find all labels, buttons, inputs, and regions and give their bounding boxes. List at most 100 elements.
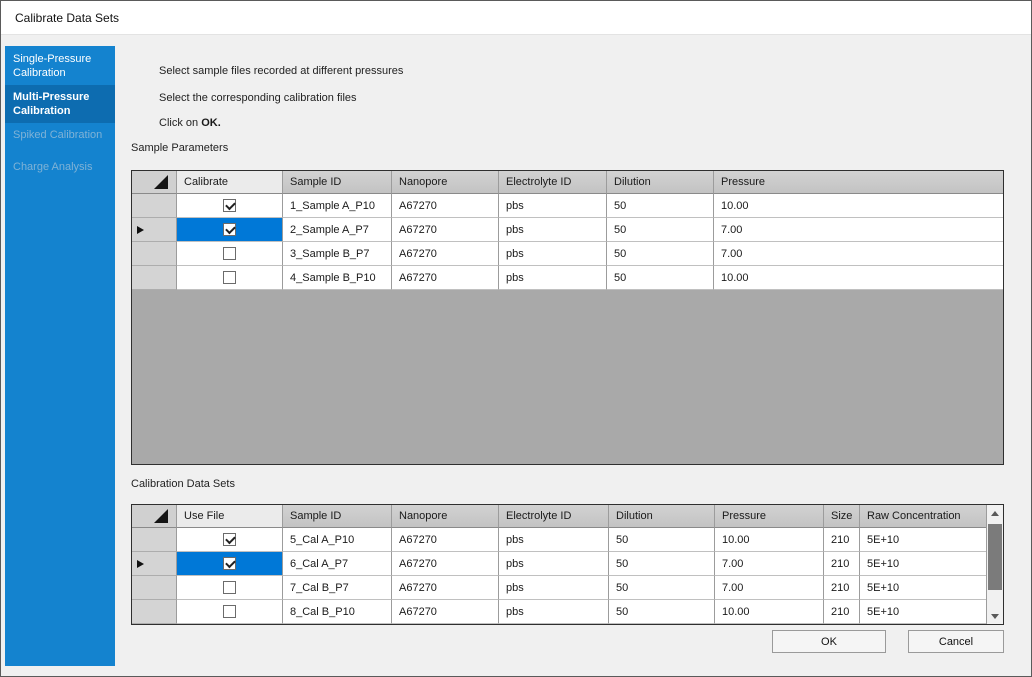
calibrate-checkbox[interactable] xyxy=(223,271,236,284)
nanopore-cell[interactable]: A67270 xyxy=(392,600,499,624)
column-header-raw-concentration[interactable]: Raw Concentration xyxy=(860,505,986,528)
dilution-cell[interactable]: 50 xyxy=(607,242,714,266)
row-header[interactable] xyxy=(132,266,177,290)
table-row: 4_Sample B_P10 A67270 pbs 50 10.00 xyxy=(132,266,1003,290)
raw-concentration-cell[interactable]: 5E+10 xyxy=(860,528,986,552)
title-bar[interactable]: Calibrate Data Sets xyxy=(1,1,1031,35)
sample-id-cell[interactable]: 4_Sample B_P10 xyxy=(283,266,392,290)
electrolyte-id-cell[interactable]: pbs xyxy=(499,194,607,218)
sample-id-cell[interactable]: 8_Cal B_P10 xyxy=(283,600,392,624)
use-file-cell[interactable] xyxy=(177,552,283,576)
sample-id-cell[interactable]: 2_Sample A_P7 xyxy=(283,218,392,242)
pressure-cell[interactable]: 10.00 xyxy=(715,600,824,624)
calibrate-checkbox[interactable] xyxy=(223,223,236,236)
use-file-cell[interactable] xyxy=(177,600,283,624)
size-cell[interactable]: 210 xyxy=(824,528,860,552)
dilution-cell[interactable]: 50 xyxy=(609,552,715,576)
select-all-cell[interactable] xyxy=(132,505,177,528)
scroll-up-button[interactable] xyxy=(987,505,1003,521)
sample-id-cell[interactable]: 1_Sample A_P10 xyxy=(283,194,392,218)
row-header[interactable] xyxy=(132,242,177,266)
raw-concentration-cell[interactable]: 5E+10 xyxy=(860,552,986,576)
use-file-checkbox[interactable] xyxy=(223,533,236,546)
calibrate-cell[interactable] xyxy=(177,218,283,242)
nanopore-cell[interactable]: A67270 xyxy=(392,552,499,576)
nanopore-cell[interactable]: A67270 xyxy=(392,266,499,290)
column-header-sample-id[interactable]: Sample ID xyxy=(283,505,392,528)
row-header[interactable] xyxy=(132,576,177,600)
electrolyte-id-cell[interactable]: pbs xyxy=(499,600,609,624)
ok-button[interactable]: OK xyxy=(772,630,886,653)
electrolyte-id-cell[interactable]: pbs xyxy=(499,242,607,266)
electrolyte-id-cell[interactable]: pbs xyxy=(499,266,607,290)
vertical-scrollbar[interactable] xyxy=(986,505,1003,624)
column-header-calibrate[interactable]: Calibrate xyxy=(177,171,283,194)
pressure-cell[interactable]: 10.00 xyxy=(715,528,824,552)
dilution-cell[interactable]: 50 xyxy=(609,600,715,624)
electrolyte-id-cell[interactable]: pbs xyxy=(499,218,607,242)
calibrate-cell[interactable] xyxy=(177,242,283,266)
sidebar-item-charge-analysis[interactable]: Charge Analysis xyxy=(5,155,115,179)
row-header[interactable] xyxy=(132,552,177,576)
use-file-checkbox[interactable] xyxy=(223,605,236,618)
calibrate-checkbox[interactable] xyxy=(223,199,236,212)
row-header[interactable] xyxy=(132,218,177,242)
use-file-cell[interactable] xyxy=(177,528,283,552)
dilution-cell[interactable]: 50 xyxy=(609,576,715,600)
electrolyte-id-cell[interactable]: pbs xyxy=(499,552,609,576)
column-header-pressure[interactable]: Pressure xyxy=(715,505,824,528)
column-header-sample-id[interactable]: Sample ID xyxy=(283,171,392,194)
pressure-cell[interactable]: 7.00 xyxy=(714,242,1003,266)
row-header[interactable] xyxy=(132,600,177,624)
dilution-cell[interactable]: 50 xyxy=(607,218,714,242)
column-header-nanopore[interactable]: Nanopore xyxy=(392,171,499,194)
sidebar-item-single-pressure-calibration[interactable]: Single-Pressure Calibration xyxy=(5,47,115,85)
scroll-down-button[interactable] xyxy=(987,608,1003,624)
electrolyte-id-cell[interactable]: pbs xyxy=(499,576,609,600)
cancel-button[interactable]: Cancel xyxy=(908,630,1004,653)
raw-concentration-cell[interactable]: 5E+10 xyxy=(860,600,986,624)
row-header[interactable] xyxy=(132,528,177,552)
column-header-electrolyte-id[interactable]: Electrolyte ID xyxy=(499,171,607,194)
row-header[interactable] xyxy=(132,194,177,218)
nanopore-cell[interactable]: A67270 xyxy=(392,218,499,242)
sample-id-cell[interactable]: 5_Cal A_P10 xyxy=(283,528,392,552)
column-header-use-file[interactable]: Use File xyxy=(177,505,283,528)
nanopore-cell[interactable]: A67270 xyxy=(392,528,499,552)
calibrate-checkbox[interactable] xyxy=(223,247,236,260)
column-header-nanopore[interactable]: Nanopore xyxy=(392,505,499,528)
pressure-cell[interactable]: 7.00 xyxy=(715,576,824,600)
use-file-checkbox[interactable] xyxy=(223,557,236,570)
column-header-pressure[interactable]: Pressure xyxy=(714,171,1003,194)
column-header-dilution[interactable]: Dilution xyxy=(609,505,715,528)
column-header-dilution[interactable]: Dilution xyxy=(607,171,714,194)
calibrate-cell[interactable] xyxy=(177,194,283,218)
dilution-cell[interactable]: 50 xyxy=(607,266,714,290)
nanopore-cell[interactable]: A67270 xyxy=(392,194,499,218)
nanopore-cell[interactable]: A67270 xyxy=(392,242,499,266)
sample-id-cell[interactable]: 7_Cal B_P7 xyxy=(283,576,392,600)
sidebar-item-spiked-calibration[interactable]: Spiked Calibration xyxy=(5,123,115,147)
size-cell[interactable]: 210 xyxy=(824,552,860,576)
pressure-cell[interactable]: 7.00 xyxy=(714,218,1003,242)
calibrate-cell[interactable] xyxy=(177,266,283,290)
select-all-cell[interactable] xyxy=(132,171,177,194)
pressure-cell[interactable]: 7.00 xyxy=(715,552,824,576)
use-file-checkbox[interactable] xyxy=(223,581,236,594)
size-cell[interactable]: 210 xyxy=(824,600,860,624)
raw-concentration-cell[interactable]: 5E+10 xyxy=(860,576,986,600)
pressure-cell[interactable]: 10.00 xyxy=(714,194,1003,218)
use-file-cell[interactable] xyxy=(177,576,283,600)
pressure-cell[interactable]: 10.00 xyxy=(714,266,1003,290)
sample-id-cell[interactable]: 3_Sample B_P7 xyxy=(283,242,392,266)
dilution-cell[interactable]: 50 xyxy=(607,194,714,218)
sidebar-item-multi-pressure-calibration[interactable]: Multi-Pressure Calibration xyxy=(5,85,115,123)
sample-id-cell[interactable]: 6_Cal A_P7 xyxy=(283,552,392,576)
column-header-electrolyte-id[interactable]: Electrolyte ID xyxy=(499,505,609,528)
size-cell[interactable]: 210 xyxy=(824,576,860,600)
electrolyte-id-cell[interactable]: pbs xyxy=(499,528,609,552)
column-header-size[interactable]: Size xyxy=(824,505,860,528)
nanopore-cell[interactable]: A67270 xyxy=(392,576,499,600)
scrollbar-thumb[interactable] xyxy=(988,524,1002,590)
dilution-cell[interactable]: 50 xyxy=(609,528,715,552)
